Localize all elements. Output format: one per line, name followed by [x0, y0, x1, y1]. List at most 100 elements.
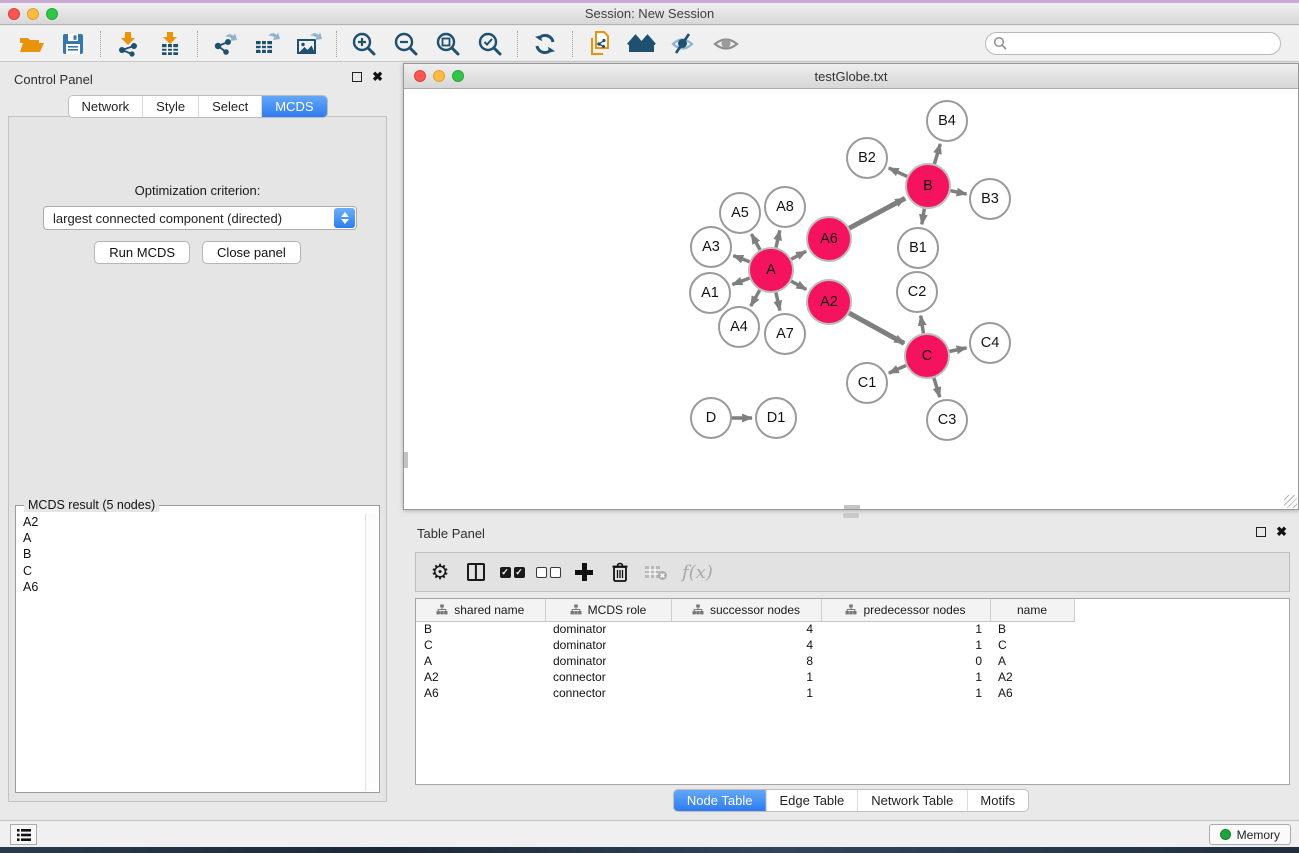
table-cell[interactable]: B	[416, 621, 545, 637]
graph-edge-C-C3[interactable]	[934, 378, 940, 397]
graph-edge-A6-B[interactable]	[849, 198, 905, 228]
search-input[interactable]	[985, 32, 1281, 55]
graph-edge-B-B2[interactable]	[889, 168, 907, 176]
table-cell[interactable]: 1	[821, 685, 990, 701]
tab-select[interactable]: Select	[198, 96, 261, 117]
refresh-button[interactable]	[524, 29, 566, 59]
graph-edge-B-B3[interactable]	[951, 191, 967, 194]
show-panels-list-button[interactable]	[10, 824, 37, 845]
close-window-button[interactable]	[8, 8, 20, 20]
graph-node-D1[interactable]: D1	[756, 398, 796, 438]
tab-network[interactable]: Network	[68, 96, 142, 117]
table-row[interactable]: A2connector11A2	[416, 669, 1074, 685]
graph-edge-A-A3[interactable]	[733, 256, 749, 262]
table-cell[interactable]: A6	[416, 685, 545, 701]
network-vscroll-nub[interactable]	[404, 452, 408, 468]
graph-node-B1[interactable]: B1	[898, 228, 938, 268]
table-cell[interactable]: 1	[821, 669, 990, 685]
table-cell[interactable]: 4	[671, 621, 821, 637]
delete-column-button[interactable]	[604, 557, 636, 587]
graph-node-A2[interactable]: A2	[807, 280, 851, 324]
table-cell[interactable]: A	[990, 653, 1074, 669]
graph-node-A7[interactable]: A7	[765, 314, 805, 354]
optimization-criterion-select[interactable]: largest connected component (directed)	[43, 206, 357, 230]
table-cell[interactable]: 4	[671, 637, 821, 653]
graph-edge-A-A4[interactable]	[751, 290, 760, 306]
zoom-network-window-button[interactable]	[452, 70, 464, 82]
show-columns-button[interactable]	[460, 557, 492, 587]
result-scrollbar[interactable]	[365, 514, 378, 791]
network-canvas-svg[interactable]: B4B2BB3A8A5A6A3B1AC2A1A2A4A7C4CC1DD1C3	[404, 89, 1298, 509]
mcds-result-item[interactable]: A2	[17, 514, 364, 530]
table-cell[interactable]: 1	[671, 669, 821, 685]
graph-edge-A-A1[interactable]	[732, 278, 749, 284]
run-mcds-button[interactable]: Run MCDS	[94, 241, 190, 264]
mcds-result-item[interactable]: A	[17, 530, 364, 546]
close-panel-button[interactable]: Close panel	[202, 241, 301, 264]
table-row[interactable]: A6connector11A6	[416, 685, 1074, 701]
clone-network-button[interactable]	[579, 29, 621, 59]
graph-node-A1[interactable]: A1	[690, 273, 730, 313]
graph-node-B2[interactable]: B2	[847, 138, 887, 178]
delete-table-button[interactable]	[640, 557, 672, 587]
import-table-button[interactable]	[149, 29, 191, 59]
tab-motifs[interactable]: Motifs	[966, 790, 1028, 811]
table-cell[interactable]: C	[416, 637, 545, 653]
tab-edge-table[interactable]: Edge Table	[765, 790, 857, 811]
table-cell[interactable]: 1	[821, 621, 990, 637]
open-file-button[interactable]	[10, 29, 52, 59]
table-cell[interactable]: 1	[821, 637, 990, 653]
graph-node-C4[interactable]: C4	[970, 323, 1010, 363]
graph-node-B[interactable]: B	[906, 164, 950, 208]
graph-edge-A-A6[interactable]	[791, 251, 806, 259]
table-cell[interactable]: connector	[545, 669, 671, 685]
tab-network-table[interactable]: Network Table	[857, 790, 966, 811]
table-cell[interactable]: connector	[545, 685, 671, 701]
mcds-result-item[interactable]: B	[17, 546, 364, 562]
close-network-window-button[interactable]	[414, 70, 426, 82]
export-image-button[interactable]	[288, 29, 330, 59]
network-canvas[interactable]: B4B2BB3A8A5A6A3B1AC2A1A2A4A7C4CC1DD1C3	[404, 89, 1298, 509]
graph-node-A6[interactable]: A6	[807, 217, 851, 261]
graph-edge-A-A5[interactable]	[751, 234, 760, 250]
table-row[interactable]: Cdominator41C	[416, 637, 1074, 653]
graph-edge-A-A2[interactable]	[791, 281, 806, 289]
table-row[interactable]: Bdominator41B	[416, 621, 1074, 637]
table-cell[interactable]: 8	[671, 653, 821, 669]
table-cell[interactable]: A6	[990, 685, 1074, 701]
graph-node-C[interactable]: C	[905, 334, 949, 378]
export-table-button[interactable]	[246, 29, 288, 59]
table-cell[interactable]: dominator	[545, 637, 671, 653]
zoom-out-button[interactable]	[385, 29, 427, 59]
hide-panels-button[interactable]	[663, 29, 705, 59]
tab-mcds[interactable]: MCDS	[261, 96, 326, 117]
zoom-in-button[interactable]	[343, 29, 385, 59]
zoom-selected-button[interactable]	[469, 29, 511, 59]
graph-node-A[interactable]: A	[749, 248, 793, 292]
zoom-window-button[interactable]	[46, 8, 58, 20]
table-cell[interactable]: A2	[416, 669, 545, 685]
graph-node-A3[interactable]: A3	[691, 227, 731, 267]
graph-node-A5[interactable]: A5	[720, 193, 760, 233]
select-all-columns-button[interactable]: ✓✓	[496, 557, 528, 587]
graph-edge-A-A7[interactable]	[776, 292, 780, 310]
table-cell[interactable]: B	[990, 621, 1074, 637]
show-eye-button[interactable]	[705, 29, 747, 59]
export-network-button[interactable]	[204, 29, 246, 59]
col-header-name[interactable]: name	[990, 599, 1074, 621]
graph-node-B4[interactable]: B4	[927, 101, 967, 141]
tab-style[interactable]: Style	[142, 96, 198, 117]
graph-edge-A-A8[interactable]	[776, 230, 780, 247]
table-options-button[interactable]: ⚙	[424, 557, 456, 587]
graph-edge-C-C4[interactable]	[950, 348, 967, 352]
table-cell[interactable]: dominator	[545, 653, 671, 669]
col-header-predecessor-nodes[interactable]: predecessor nodes	[821, 599, 990, 621]
col-header-mcds-role[interactable]: MCDS role	[545, 599, 671, 621]
graph-node-D[interactable]: D	[691, 398, 731, 438]
float-panel-icon[interactable]	[1256, 527, 1266, 537]
minimize-window-button[interactable]	[27, 8, 39, 20]
graph-edge-B-B1[interactable]	[922, 209, 925, 225]
float-panel-icon[interactable]	[352, 72, 362, 82]
deselect-all-columns-button[interactable]	[532, 557, 564, 587]
import-network-button[interactable]	[107, 29, 149, 59]
